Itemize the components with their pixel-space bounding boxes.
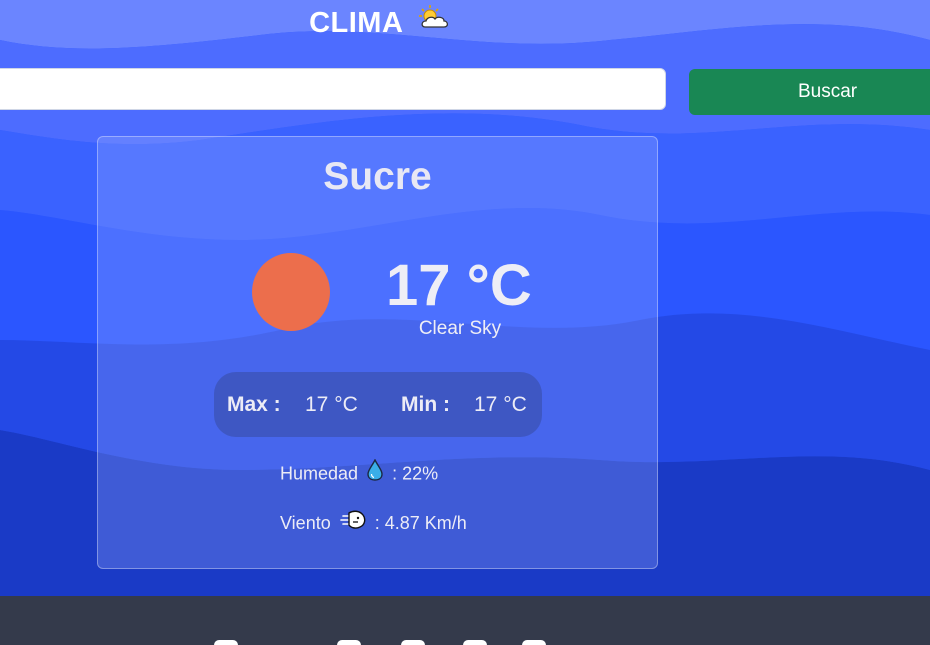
footer-icons bbox=[0, 640, 930, 645]
weather-app: CLIMA Buscar Sucre 17 °C Clear Sky Max :… bbox=[0, 0, 930, 645]
app-title: CLIMA bbox=[0, 4, 760, 40]
search-button[interactable]: Buscar bbox=[689, 69, 930, 115]
city-search-input[interactable] bbox=[0, 68, 666, 110]
wind-value: : 4.87 Km/h bbox=[374, 513, 467, 533]
min-label: Min : bbox=[401, 393, 450, 416]
footer-link-icon[interactable] bbox=[401, 640, 425, 645]
city-name: Sucre bbox=[323, 155, 432, 198]
footer-link-icon[interactable] bbox=[337, 640, 361, 645]
footer-link-icon[interactable] bbox=[522, 640, 546, 645]
wind-face-icon bbox=[339, 510, 366, 535]
wind-row: Viento : 4.87 Km/h bbox=[280, 510, 467, 535]
weather-card bbox=[97, 136, 658, 569]
humidity-row: Humedad : 22% bbox=[280, 458, 439, 486]
temperature: 17 °C bbox=[386, 253, 532, 318]
footer-link-icon[interactable] bbox=[214, 640, 238, 645]
sun-behind-cloud-icon bbox=[417, 4, 451, 38]
droplet-icon bbox=[367, 458, 383, 486]
max-value: 17 °C bbox=[305, 393, 358, 416]
min-value: 17 °C bbox=[474, 393, 527, 416]
max-label: Max : bbox=[227, 393, 281, 416]
sun-icon bbox=[252, 253, 330, 331]
wind-label: Viento bbox=[280, 513, 331, 533]
footer bbox=[0, 596, 930, 645]
footer-link-icon[interactable] bbox=[463, 640, 487, 645]
humidity-label: Humedad bbox=[280, 463, 359, 484]
humidity-value: : 22% bbox=[392, 463, 439, 484]
app-title-text: CLIMA bbox=[309, 7, 403, 39]
weather-description: Clear Sky bbox=[418, 318, 502, 339]
